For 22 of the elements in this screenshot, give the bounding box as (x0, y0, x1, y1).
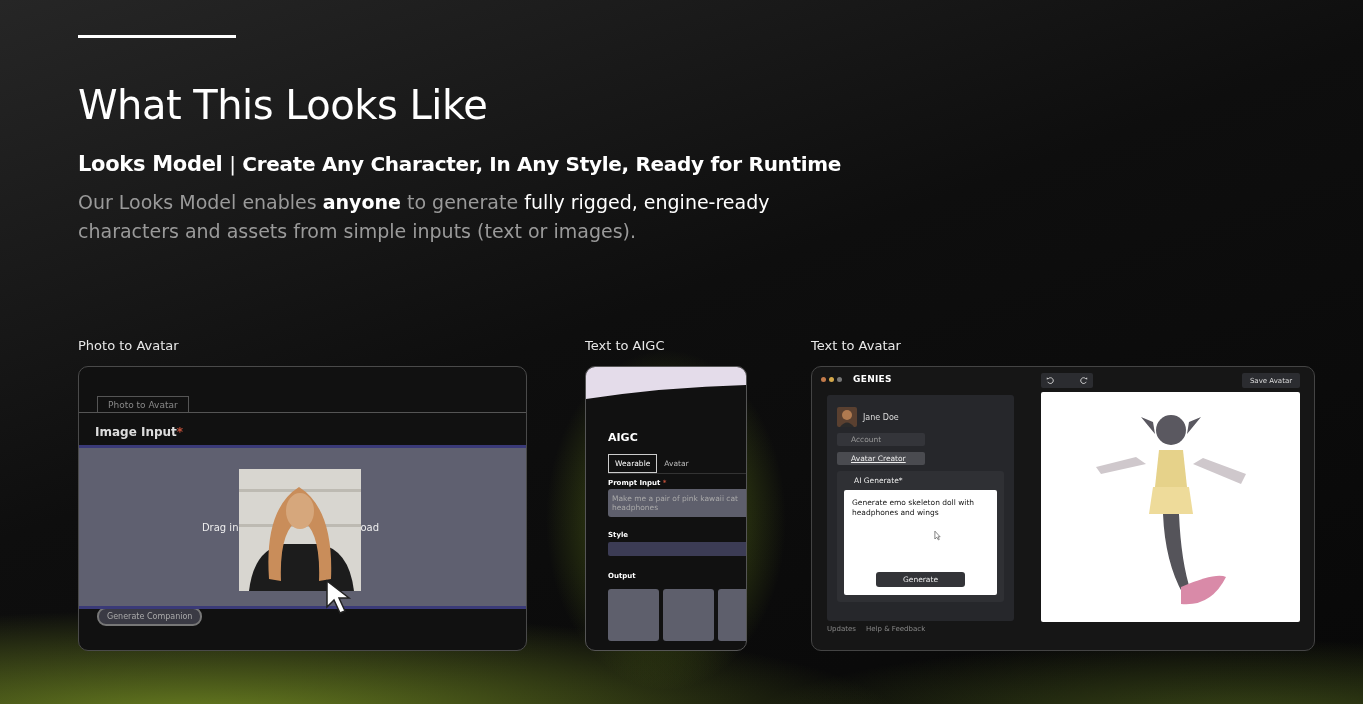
section-heading: What This Looks Like (78, 81, 489, 130)
undo-icon[interactable] (1046, 376, 1055, 385)
user-name: Jane Doe (863, 412, 899, 422)
output-tile[interactable] (663, 589, 714, 641)
subtitle: Looks Model | Create Any Character, In Any Style, Ready for Runtime (78, 152, 843, 176)
logo: GENIES (853, 374, 892, 384)
window-dot[interactable] (829, 376, 834, 382)
cursor-icon (325, 579, 353, 615)
demo-caption: Text to AIGC (585, 338, 666, 355)
description: Our Looks Model enables anyone to generate fully rigged, engine-ready characters and assets from simple inputs (text or images). (78, 190, 771, 244)
demo-caption: Photo to Avatar (78, 338, 180, 355)
demo-caption: Text to Avatar (811, 338, 902, 355)
redo-icon[interactable] (1079, 376, 1088, 385)
tab[interactable]: Photo to Avatar (97, 396, 189, 413)
output-tile[interactable] (608, 589, 659, 641)
cursor-icon (934, 530, 941, 541)
window-dot[interactable] (837, 376, 842, 382)
window-dot[interactable] (821, 376, 826, 382)
avatar-icon (837, 407, 857, 427)
panel-title: AIGC (608, 431, 639, 444)
field-label: Image Input* (95, 425, 185, 439)
style-field[interactable] (608, 542, 746, 556)
